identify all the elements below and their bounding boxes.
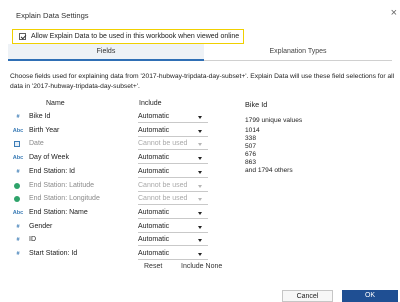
field-name: End Station: Id [29,167,75,175]
field-name: End Station: Name [29,208,88,216]
field-row[interactable]: Date Cannot be used [8,138,210,151]
field-name: End Station: Longitude [29,195,100,203]
field-name: End Station: Latitude [29,181,94,189]
include-dropdown[interactable]: Automatic [138,222,208,233]
detail-field-name: Bike Id [245,100,268,109]
geo-icon [14,196,20,203]
field-row[interactable]: End Station: Latitude Cannot be used [8,180,210,193]
include-none-button[interactable]: Include None [181,263,222,270]
field-row[interactable]: # Start Station: Id Automatic [8,248,210,261]
include-dropdown[interactable]: Automatic [138,235,208,247]
include-dropdown[interactable]: Automatic [138,249,208,260]
reset-button[interactable]: Reset [144,263,162,270]
include-dropdown: Cannot be used [138,139,208,151]
field-name: Gender [29,222,53,230]
dialog-title: Explain Data Settings [16,11,89,20]
chevron-down-icon [198,239,202,243]
include-value: Automatic [138,126,170,134]
include-value: Cannot be used [138,195,188,203]
field-row[interactable]: # End Station: Id Automatic [8,166,210,179]
abc-icon: Abc [12,127,24,134]
field-row[interactable]: Abc End Station: Name Automatic [8,207,210,220]
field-row[interactable]: Abc Birth Year Automatic [8,125,210,138]
field-name: Bike Id [29,113,51,120]
include-value: Cannot be used [138,140,188,148]
field-name: Birth Year [29,126,60,134]
field-row[interactable]: # Bike Id Automatic [8,111,210,124]
detail-value: 338 [245,135,257,142]
calendar-icon [14,141,20,148]
include-dropdown[interactable]: Automatic [138,112,208,123]
hash-icon: # [16,223,20,230]
detail-value-others: and 1794 others [245,167,293,174]
field-name: Date [29,140,44,148]
field-row[interactable]: # ID Automatic [8,234,210,247]
include-value: Cannot be used [138,181,188,189]
detail-value: 1014 [245,127,260,134]
cancel-button[interactable]: Cancel [282,290,333,302]
chevron-down-icon [198,211,202,215]
include-dropdown[interactable]: Automatic [138,167,208,178]
include-value: Automatic [138,208,170,216]
chevron-down-icon [198,170,202,174]
chevron-down-icon [198,116,202,119]
chevron-down-icon [198,143,202,147]
abc-icon: Abc [12,209,24,216]
include-dropdown[interactable]: Automatic [138,126,208,137]
close-icon[interactable]: × [391,8,397,19]
include-value: Automatic [138,113,170,120]
hash-icon: # [16,237,20,244]
column-header-include: Include [139,100,162,107]
chevron-down-icon [198,184,202,188]
dialog-titlebar: Explain Data Settings × [0,0,400,28]
ok-button[interactable]: OK [342,290,398,302]
include-value: Automatic [138,167,170,175]
include-dropdown[interactable]: Automatic [138,208,208,219]
allow-explain-data-option[interactable]: Allow Explain Data to be used in this wo… [12,29,244,44]
chevron-down-icon [198,253,202,256]
field-row[interactable]: End Station: Longitude Cannot be used [8,193,210,206]
column-header-name: Name [46,100,65,107]
include-value: Automatic [138,154,170,162]
include-dropdown[interactable]: Automatic [138,153,208,165]
intro-text: Choose fields used for explaining data f… [10,73,395,90]
detail-value: 863 [245,159,257,166]
field-name: ID [29,236,36,244]
abc-icon: Abc [12,155,24,162]
include-value: Automatic [138,236,170,244]
hash-icon: # [16,114,20,120]
detail-value: 676 [245,151,257,158]
include-value: Automatic [138,250,170,257]
include-dropdown: Cannot be used [138,194,208,206]
detail-unique-values: 1799 unique values [245,117,303,124]
detail-value: 507 [245,143,257,150]
chevron-down-icon [198,225,202,229]
field-row[interactable]: Abc Day of Week Automatic [8,152,210,165]
tab-fields[interactable]: Fields [8,44,204,61]
chevron-down-icon [198,198,202,202]
field-name: Start Station: Id [29,250,78,257]
chevron-down-icon [198,129,202,133]
allow-checkbox-label: Allow Explain Data to be used in this wo… [31,33,240,40]
field-name: Day of Week [29,154,69,162]
tab-explanation-types[interactable]: Explanation Types [204,44,392,61]
hash-icon: # [16,168,20,175]
chevron-down-icon [198,157,202,161]
allow-checkbox[interactable] [19,33,26,40]
include-value: Automatic [138,222,170,230]
field-row[interactable]: # Gender Automatic [8,221,210,234]
include-dropdown: Cannot be used [138,181,208,192]
hash-icon: # [16,251,20,257]
geo-icon [14,182,20,189]
